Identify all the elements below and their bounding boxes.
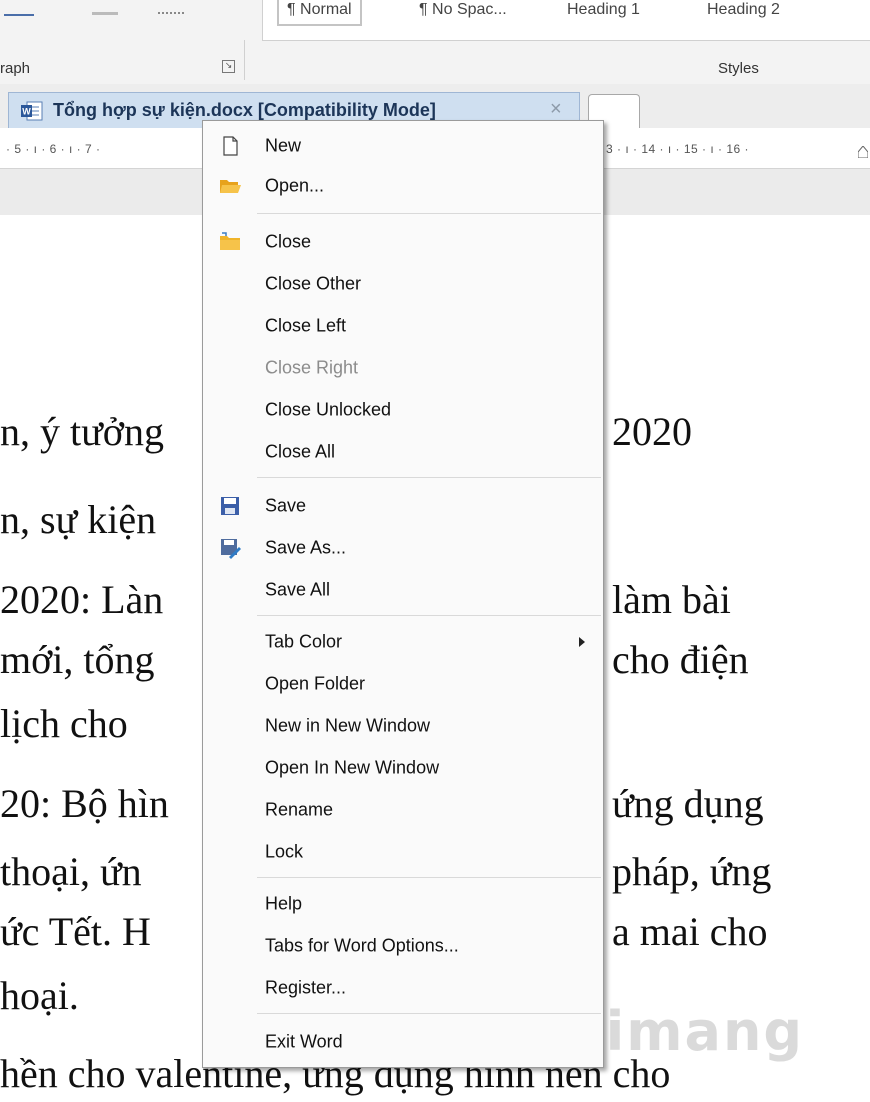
menu-item-exit-word[interactable]: Exit Word — [203, 1023, 603, 1061]
menu-item-label: Exit Word — [265, 1031, 343, 1052]
style-heading-2[interactable]: Heading 2 — [699, 0, 788, 24]
menu-separator — [257, 1013, 601, 1014]
doc-line-left: n, ý tưởng — [0, 409, 164, 454]
menu-item-label: Save All — [265, 579, 331, 600]
menu-item-save-as[interactable]: Save As... — [203, 529, 603, 567]
menu-item-save[interactable]: Save — [203, 487, 603, 525]
menu-separator — [257, 213, 601, 214]
new-document-icon — [223, 136, 238, 156]
style-normal[interactable]: ¶ Normal — [277, 0, 362, 26]
save-icon — [221, 497, 239, 515]
doc-line-right: a mai cho — [612, 909, 768, 954]
doc-line-left: lịch cho — [0, 701, 128, 746]
menu-item-register[interactable]: Register... — [203, 969, 603, 1007]
submenu-arrow-icon — [579, 637, 585, 647]
menu-item-label: Close All — [265, 441, 336, 462]
menu-item-open[interactable]: Open... — [203, 167, 603, 205]
style-heading-1[interactable]: Heading 1 — [559, 0, 648, 24]
ribbon: ¶ Normal ¶ No Spac... Heading 1 Heading … — [0, 0, 870, 85]
menu-item-label: Save — [265, 495, 307, 516]
open-folder-icon — [220, 180, 241, 193]
ribbon-divider — [244, 40, 245, 80]
word-document-icon: W — [21, 101, 43, 121]
menu-item-help[interactable]: Help — [203, 885, 603, 923]
menu-item-open-in-new-window[interactable]: Open In New Window — [203, 749, 603, 787]
menu-separator — [257, 615, 601, 616]
menu-item-open-folder[interactable]: Open Folder — [203, 665, 603, 703]
right-indent-marker-icon[interactable] — [858, 146, 868, 158]
menu-item-label: New — [265, 135, 302, 156]
dialog-launcher-icon[interactable]: ↘ — [222, 60, 235, 73]
borders-icon[interactable] — [158, 0, 184, 14]
doc-line-right: cho điện — [612, 637, 749, 682]
doc-line-right: làm bài — [612, 577, 731, 622]
tab-close-icon[interactable]: × — [550, 98, 562, 121]
doc-line-left: hoại. — [0, 973, 79, 1018]
menu-item-tabs-for-word-options[interactable]: Tabs for Word Options... — [203, 927, 603, 965]
line-spacing-icon[interactable] — [4, 0, 34, 16]
save-as-icon — [221, 539, 241, 559]
doc-line-left: 2020: Làn — [0, 577, 164, 622]
menu-item-save-all[interactable]: Save All — [203, 571, 603, 609]
doc-line-left: ức Tết. H — [0, 909, 151, 954]
menu-item-label: Help — [265, 893, 303, 914]
menu-item-label: Close Left — [265, 315, 347, 336]
menu-item-close-other[interactable]: Close Other — [203, 265, 603, 303]
menu-item-label: Tabs for Word Options... — [265, 935, 459, 956]
close-folder-icon — [220, 232, 240, 250]
menu-item-lock[interactable]: Lock — [203, 833, 603, 871]
menu-item-close-right: Close Right — [203, 349, 603, 387]
menu-item-label: Register... — [265, 977, 347, 998]
menu-item-label: Close Unlocked — [265, 399, 392, 420]
menu-separator — [257, 877, 601, 878]
doc-line-left: 20: Bộ hìn — [0, 781, 169, 826]
doc-line-left: mới, tổng — [0, 637, 155, 682]
menu-item-close-unlocked[interactable]: Close Unlocked — [203, 391, 603, 429]
menu-item-label: Open... — [265, 175, 325, 196]
menu-item-close-left[interactable]: Close Left — [203, 307, 603, 345]
doc-line-right: pháp, ứng — [612, 849, 772, 894]
menu-item-new[interactable]: New — [203, 127, 603, 165]
menu-item-label: Rename — [265, 799, 334, 820]
tab-context-menu: New Open... Close Close Other Close Left… — [202, 120, 604, 1068]
menu-item-label: New in New Window — [265, 715, 431, 736]
svg-text:W: W — [22, 107, 31, 117]
menu-item-label: Close Right — [265, 357, 359, 378]
menu-item-rename[interactable]: Rename — [203, 791, 603, 829]
menu-item-new-in-new-window[interactable]: New in New Window — [203, 707, 603, 745]
document-tab-title: Tổng hợp sự kiện.docx [Compatibility Mod… — [53, 100, 436, 120]
menu-item-label: Close — [265, 231, 312, 252]
menu-item-label: Lock — [265, 841, 304, 862]
ruler-left-ticks: · 5 · ı · 6 · ı · 7 · — [6, 142, 101, 156]
paragraph-group-label: raph — [0, 60, 31, 77]
doc-line-left: n, sự kiện — [0, 497, 157, 542]
doc-line-right: ứng dụng — [612, 781, 764, 826]
menu-item-label: Open In New Window — [265, 757, 440, 778]
style-no-spacing[interactable]: ¶ No Spac... — [411, 0, 515, 24]
menu-item-label: Save As... — [265, 537, 347, 558]
styles-group-label: Styles — [718, 60, 759, 77]
menu-item-tab-color[interactable]: Tab Color — [203, 623, 603, 661]
menu-item-close[interactable]: Close — [203, 223, 603, 261]
styles-gallery: ¶ Normal ¶ No Spac... Heading 1 Heading … — [262, 0, 870, 41]
shading-icon[interactable] — [92, 0, 118, 15]
menu-item-label: Tab Color — [265, 631, 343, 652]
doc-line-left: thoại, ứn — [0, 849, 142, 894]
ruler-right-ticks: 3 · ı · 14 · ı · 15 · ı · 16 · — [606, 142, 750, 156]
menu-item-label: Open Folder — [265, 673, 366, 694]
doc-line-right: 2020 — [612, 409, 692, 454]
menu-item-close-all[interactable]: Close All — [203, 433, 603, 471]
menu-item-label: Close Other — [265, 273, 362, 294]
menu-separator — [257, 477, 601, 478]
